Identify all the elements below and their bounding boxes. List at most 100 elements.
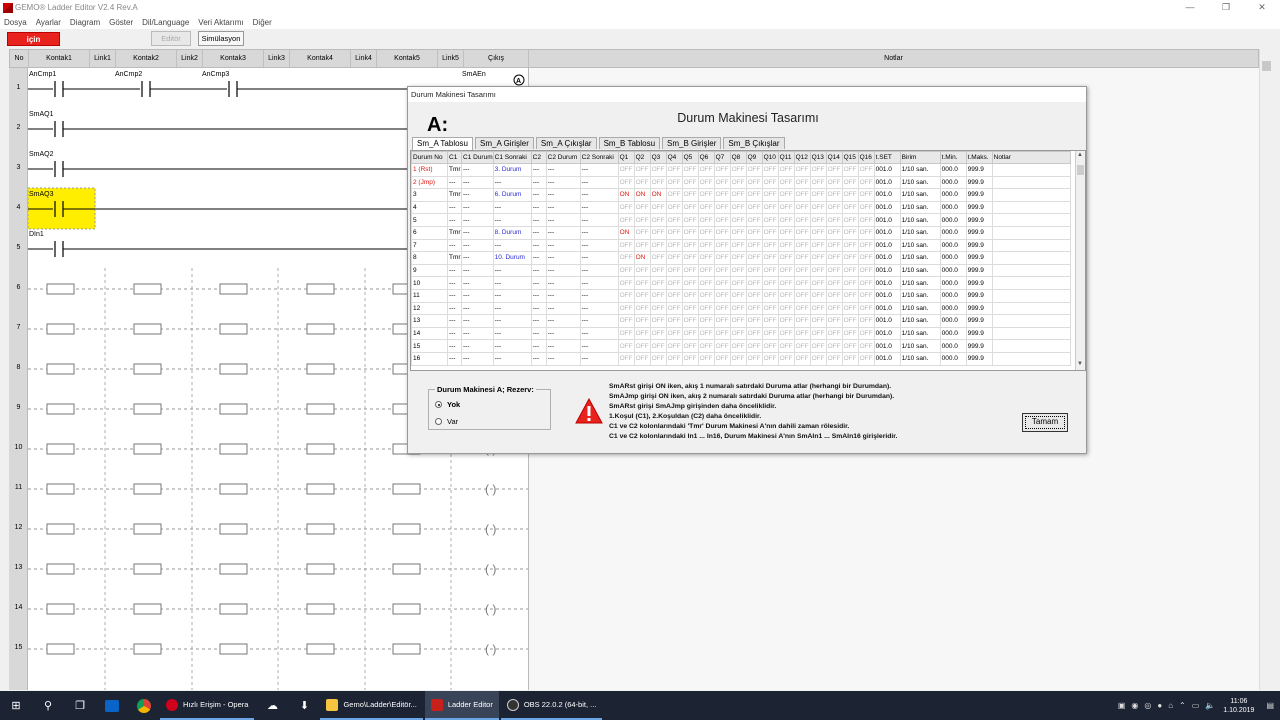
table-cell[interactable]: --- bbox=[579, 251, 619, 265]
table-cell[interactable]: --- bbox=[579, 263, 619, 278]
table-cell[interactable]: OFF bbox=[713, 301, 731, 316]
table-cell[interactable]: OFF bbox=[649, 251, 667, 265]
tray-app-icon[interactable]: ▣ bbox=[1118, 701, 1126, 710]
table-cell[interactable]: OFF bbox=[793, 225, 811, 240]
table-cell[interactable]: OFF bbox=[617, 339, 635, 353]
table-cell[interactable]: OFF bbox=[761, 263, 779, 278]
empty-coil-slot[interactable]: ( ) bbox=[485, 562, 496, 576]
table-cell[interactable]: --- bbox=[447, 200, 462, 215]
table-cell[interactable]: OFF bbox=[697, 163, 715, 177]
table-header-cell[interactable]: t.Min. bbox=[939, 151, 967, 164]
table-cell[interactable]: --- bbox=[447, 175, 462, 190]
table-cell[interactable]: 1/10 san. bbox=[899, 251, 941, 265]
empty-contact-slot[interactable] bbox=[306, 323, 335, 335]
table-cell[interactable]: --- bbox=[579, 238, 619, 253]
table-cell[interactable]: --- bbox=[530, 163, 547, 177]
table-cell[interactable]: OFF bbox=[649, 163, 667, 177]
tab-sm-a-cikislar[interactable]: Sm_A Çıkışlar bbox=[535, 137, 597, 149]
table-cell[interactable]: 000.0 bbox=[939, 238, 967, 253]
table-cell[interactable]: 999.9 bbox=[965, 175, 993, 190]
table-cell[interactable]: 9 bbox=[411, 263, 448, 278]
table-cell[interactable]: OFF bbox=[825, 301, 843, 316]
table-header-cell[interactable]: C1 Durum bbox=[461, 151, 494, 164]
table-cell[interactable]: --- bbox=[530, 200, 547, 215]
empty-contact-slot[interactable] bbox=[133, 363, 162, 375]
table-row[interactable]: 9 --- --- --- --- --- --- OFF OFF OFF OFF OFF OFF OFF… bbox=[411, 263, 1071, 278]
table-cell[interactable]: OFF bbox=[729, 175, 747, 190]
table-cell[interactable]: 1/10 san. bbox=[899, 326, 941, 341]
table-cell[interactable]: ON bbox=[649, 188, 667, 202]
chrome-icon[interactable] bbox=[128, 691, 160, 720]
table-scrollbar[interactable]: ▲ ▼ bbox=[1075, 151, 1085, 370]
table-cell[interactable]: OFF bbox=[745, 213, 763, 227]
table-cell[interactable]: OFF bbox=[681, 251, 699, 265]
main-vertical-scrollbar[interactable] bbox=[1259, 49, 1272, 690]
table-cell[interactable]: OFF bbox=[617, 351, 635, 366]
table-cell[interactable]: OFF bbox=[761, 339, 779, 353]
table-cell[interactable]: OFF bbox=[713, 163, 731, 177]
table-cell[interactable]: OFF bbox=[857, 288, 875, 303]
table-cell[interactable]: 000.0 bbox=[939, 225, 967, 240]
tab-sm-b-girisler[interactable]: Sm_B Girişler bbox=[662, 137, 722, 149]
table-cell[interactable]: --- bbox=[545, 200, 581, 215]
table-cell[interactable]: 001.0 bbox=[873, 339, 901, 353]
minimize-button[interactable]: — bbox=[1172, 0, 1208, 15]
table-cell[interactable]: 999.9 bbox=[965, 251, 993, 265]
table-cell[interactable]: OFF bbox=[841, 188, 859, 202]
table-row[interactable]: 10 --- --- --- --- --- --- OFF OFF OFF OFF OFF OFF OF… bbox=[411, 276, 1071, 290]
table-cell[interactable]: OFF bbox=[793, 200, 811, 215]
tray-app-icon[interactable]: ◉ bbox=[1131, 701, 1138, 710]
empty-contact-slot[interactable] bbox=[133, 443, 162, 455]
table-header-cell[interactable]: Q12 bbox=[793, 151, 811, 164]
table-cell[interactable]: 999.9 bbox=[965, 238, 993, 253]
table-cell[interactable]: 10. Durum bbox=[492, 251, 532, 265]
empty-contact-slot[interactable] bbox=[392, 523, 421, 535]
table-cell[interactable]: --- bbox=[447, 326, 462, 341]
table-row[interactable]: 14 --- --- --- --- --- --- OFF OFF OFF OFF OFF OFF OF… bbox=[411, 326, 1071, 341]
tray-app-icon[interactable]: ◎ bbox=[1144, 701, 1151, 710]
empty-contact-slot[interactable] bbox=[219, 323, 248, 335]
table-cell[interactable]: OFF bbox=[841, 339, 859, 353]
table-cell[interactable]: --- bbox=[579, 225, 619, 240]
table-cell[interactable]: OFF bbox=[809, 213, 827, 227]
table-cell[interactable]: OFF bbox=[729, 163, 747, 177]
search-icon[interactable]: ⚲ bbox=[32, 691, 64, 720]
table-cell[interactable]: OFF bbox=[681, 213, 699, 227]
table-cell[interactable]: OFF bbox=[697, 288, 715, 303]
table-cell[interactable]: 3 bbox=[411, 188, 448, 202]
empty-coil-slot[interactable]: ( ) bbox=[485, 482, 496, 496]
table-cell[interactable]: OFF bbox=[617, 326, 635, 341]
table-cell[interactable]: OFF bbox=[617, 263, 635, 278]
download-icon[interactable]: ⬇ bbox=[288, 691, 320, 720]
table-cell[interactable]: 6 bbox=[411, 225, 448, 240]
table-cell[interactable]: --- bbox=[579, 288, 619, 303]
empty-contact-slot[interactable] bbox=[46, 403, 75, 415]
table-cell[interactable]: OFF bbox=[793, 188, 811, 202]
table-cell[interactable]: OFF bbox=[745, 314, 763, 328]
table-cell[interactable]: OFF bbox=[745, 276, 763, 290]
table-cell[interactable]: OFF bbox=[713, 276, 731, 290]
table-cell[interactable]: 1/10 san. bbox=[899, 188, 941, 202]
table-cell[interactable]: OFF bbox=[761, 188, 779, 202]
table-cell[interactable] bbox=[991, 339, 1071, 353]
scrollbar-thumb[interactable] bbox=[1262, 61, 1271, 71]
table-header-cell[interactable]: C2 bbox=[530, 151, 547, 164]
table-cell[interactable]: --- bbox=[530, 238, 547, 253]
table-cell[interactable] bbox=[991, 200, 1071, 215]
table-cell[interactable]: OFF bbox=[633, 351, 651, 366]
table-cell[interactable]: --- bbox=[447, 314, 462, 328]
empty-contact-slot[interactable] bbox=[306, 363, 335, 375]
table-cell[interactable]: OFF bbox=[809, 200, 827, 215]
radio-unselected-icon[interactable] bbox=[435, 418, 442, 425]
table-cell[interactable] bbox=[991, 238, 1071, 253]
table-cell[interactable]: OFF bbox=[649, 301, 667, 316]
table-cell[interactable]: OFF bbox=[777, 288, 795, 303]
empty-contact-slot[interactable] bbox=[219, 523, 248, 535]
table-cell[interactable]: OFF bbox=[809, 225, 827, 240]
table-cell[interactable]: --- bbox=[545, 276, 581, 290]
table-cell[interactable]: --- bbox=[530, 175, 547, 190]
table-cell[interactable]: 000.0 bbox=[939, 188, 967, 202]
table-cell[interactable]: --- bbox=[492, 314, 532, 328]
table-cell[interactable]: OFF bbox=[809, 314, 827, 328]
table-cell[interactable]: --- bbox=[579, 301, 619, 316]
